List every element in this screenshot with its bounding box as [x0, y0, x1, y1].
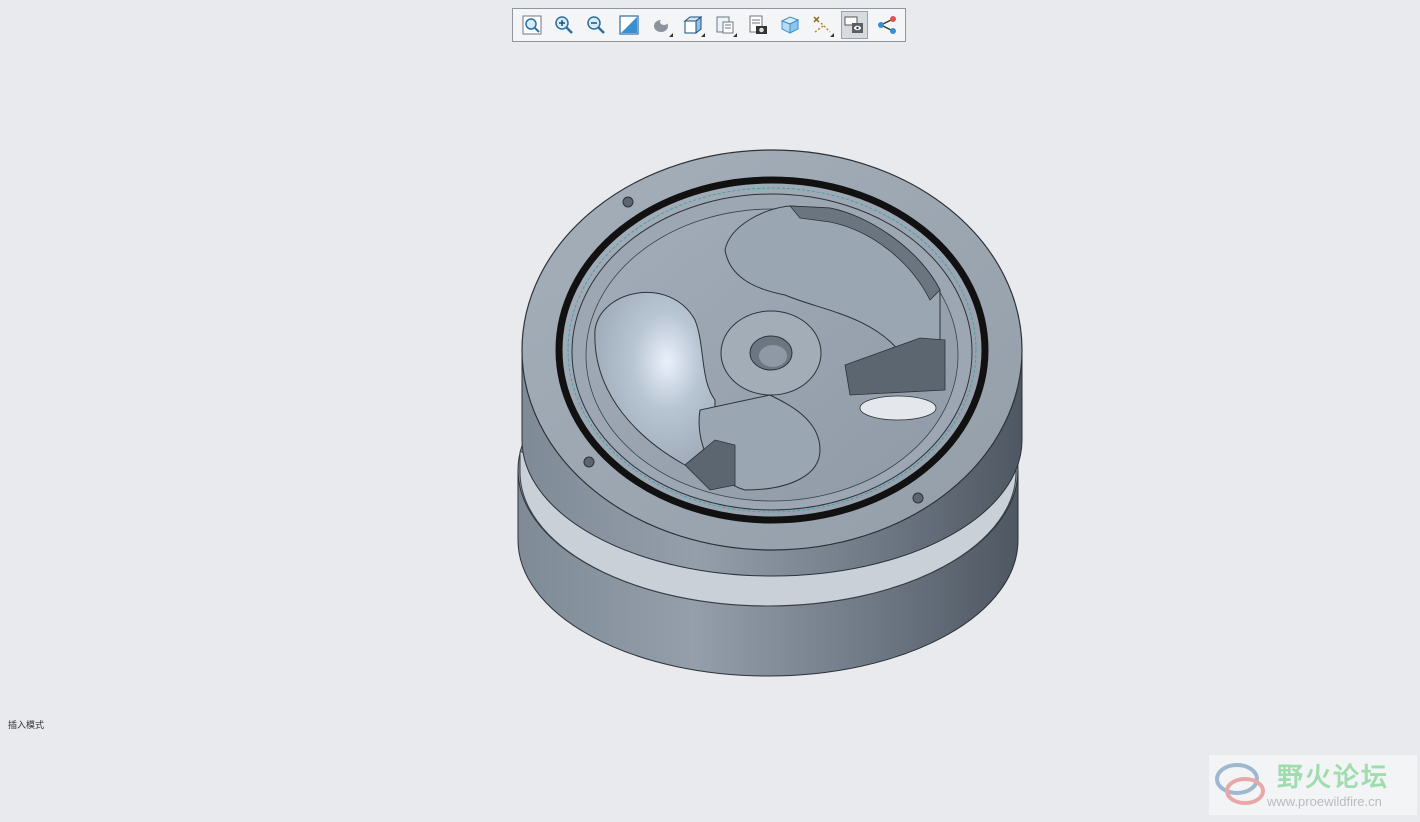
display-style-button[interactable]: [647, 11, 675, 39]
annotation-display-button[interactable]: [840, 11, 869, 39]
perspective-cube-icon: [780, 16, 800, 34]
dropdown-indicator: [733, 33, 738, 37]
bolt-hole: [912, 492, 924, 504]
spin-center-button[interactable]: [873, 11, 901, 39]
view-manager-button[interactable]: [712, 11, 740, 39]
dropdown-indicator: [701, 33, 706, 37]
through-hole-right: [859, 395, 937, 421]
cad-model-rotor-housing[interactable]: [500, 140, 1040, 690]
bolt-hole: [583, 456, 595, 468]
dropdown-indicator: [830, 33, 835, 37]
refit-button[interactable]: [518, 11, 546, 39]
repaint-button[interactable]: [615, 11, 643, 39]
saved-orientations-button[interactable]: [679, 11, 707, 39]
watermark-url: www.proewildfire.cn: [1267, 794, 1382, 809]
graphics-viewport[interactable]: 插入模式 野火论坛 www.proewildfire.cn: [0, 0, 1420, 822]
watermark: 野火论坛 www.proewildfire.cn: [1209, 755, 1417, 815]
center-bore-floor: [759, 345, 787, 367]
zoom-in-button[interactable]: [550, 11, 578, 39]
zoom-out-button[interactable]: [583, 11, 611, 39]
mode-status-text: 插入模式: [8, 721, 45, 731]
graphics-toolbar: [512, 8, 906, 42]
zoom-out-icon: [587, 16, 606, 34]
zoom-fit-icon: [522, 15, 542, 35]
zoom-in-icon: [555, 16, 574, 34]
annotation-display-icon: [844, 16, 864, 33]
repaint-icon: [619, 15, 639, 35]
section-button[interactable]: [744, 11, 772, 39]
perspective-button[interactable]: [776, 11, 804, 39]
camera-section-icon: [749, 15, 767, 34]
wildfire-logo: [1215, 763, 1265, 805]
datum-display-button[interactable]: [808, 11, 836, 39]
watermark-title: 野火论坛: [1277, 763, 1390, 793]
dropdown-indicator: [668, 33, 673, 37]
spin-center-icon: [877, 16, 896, 34]
bolt-hole: [622, 196, 634, 208]
